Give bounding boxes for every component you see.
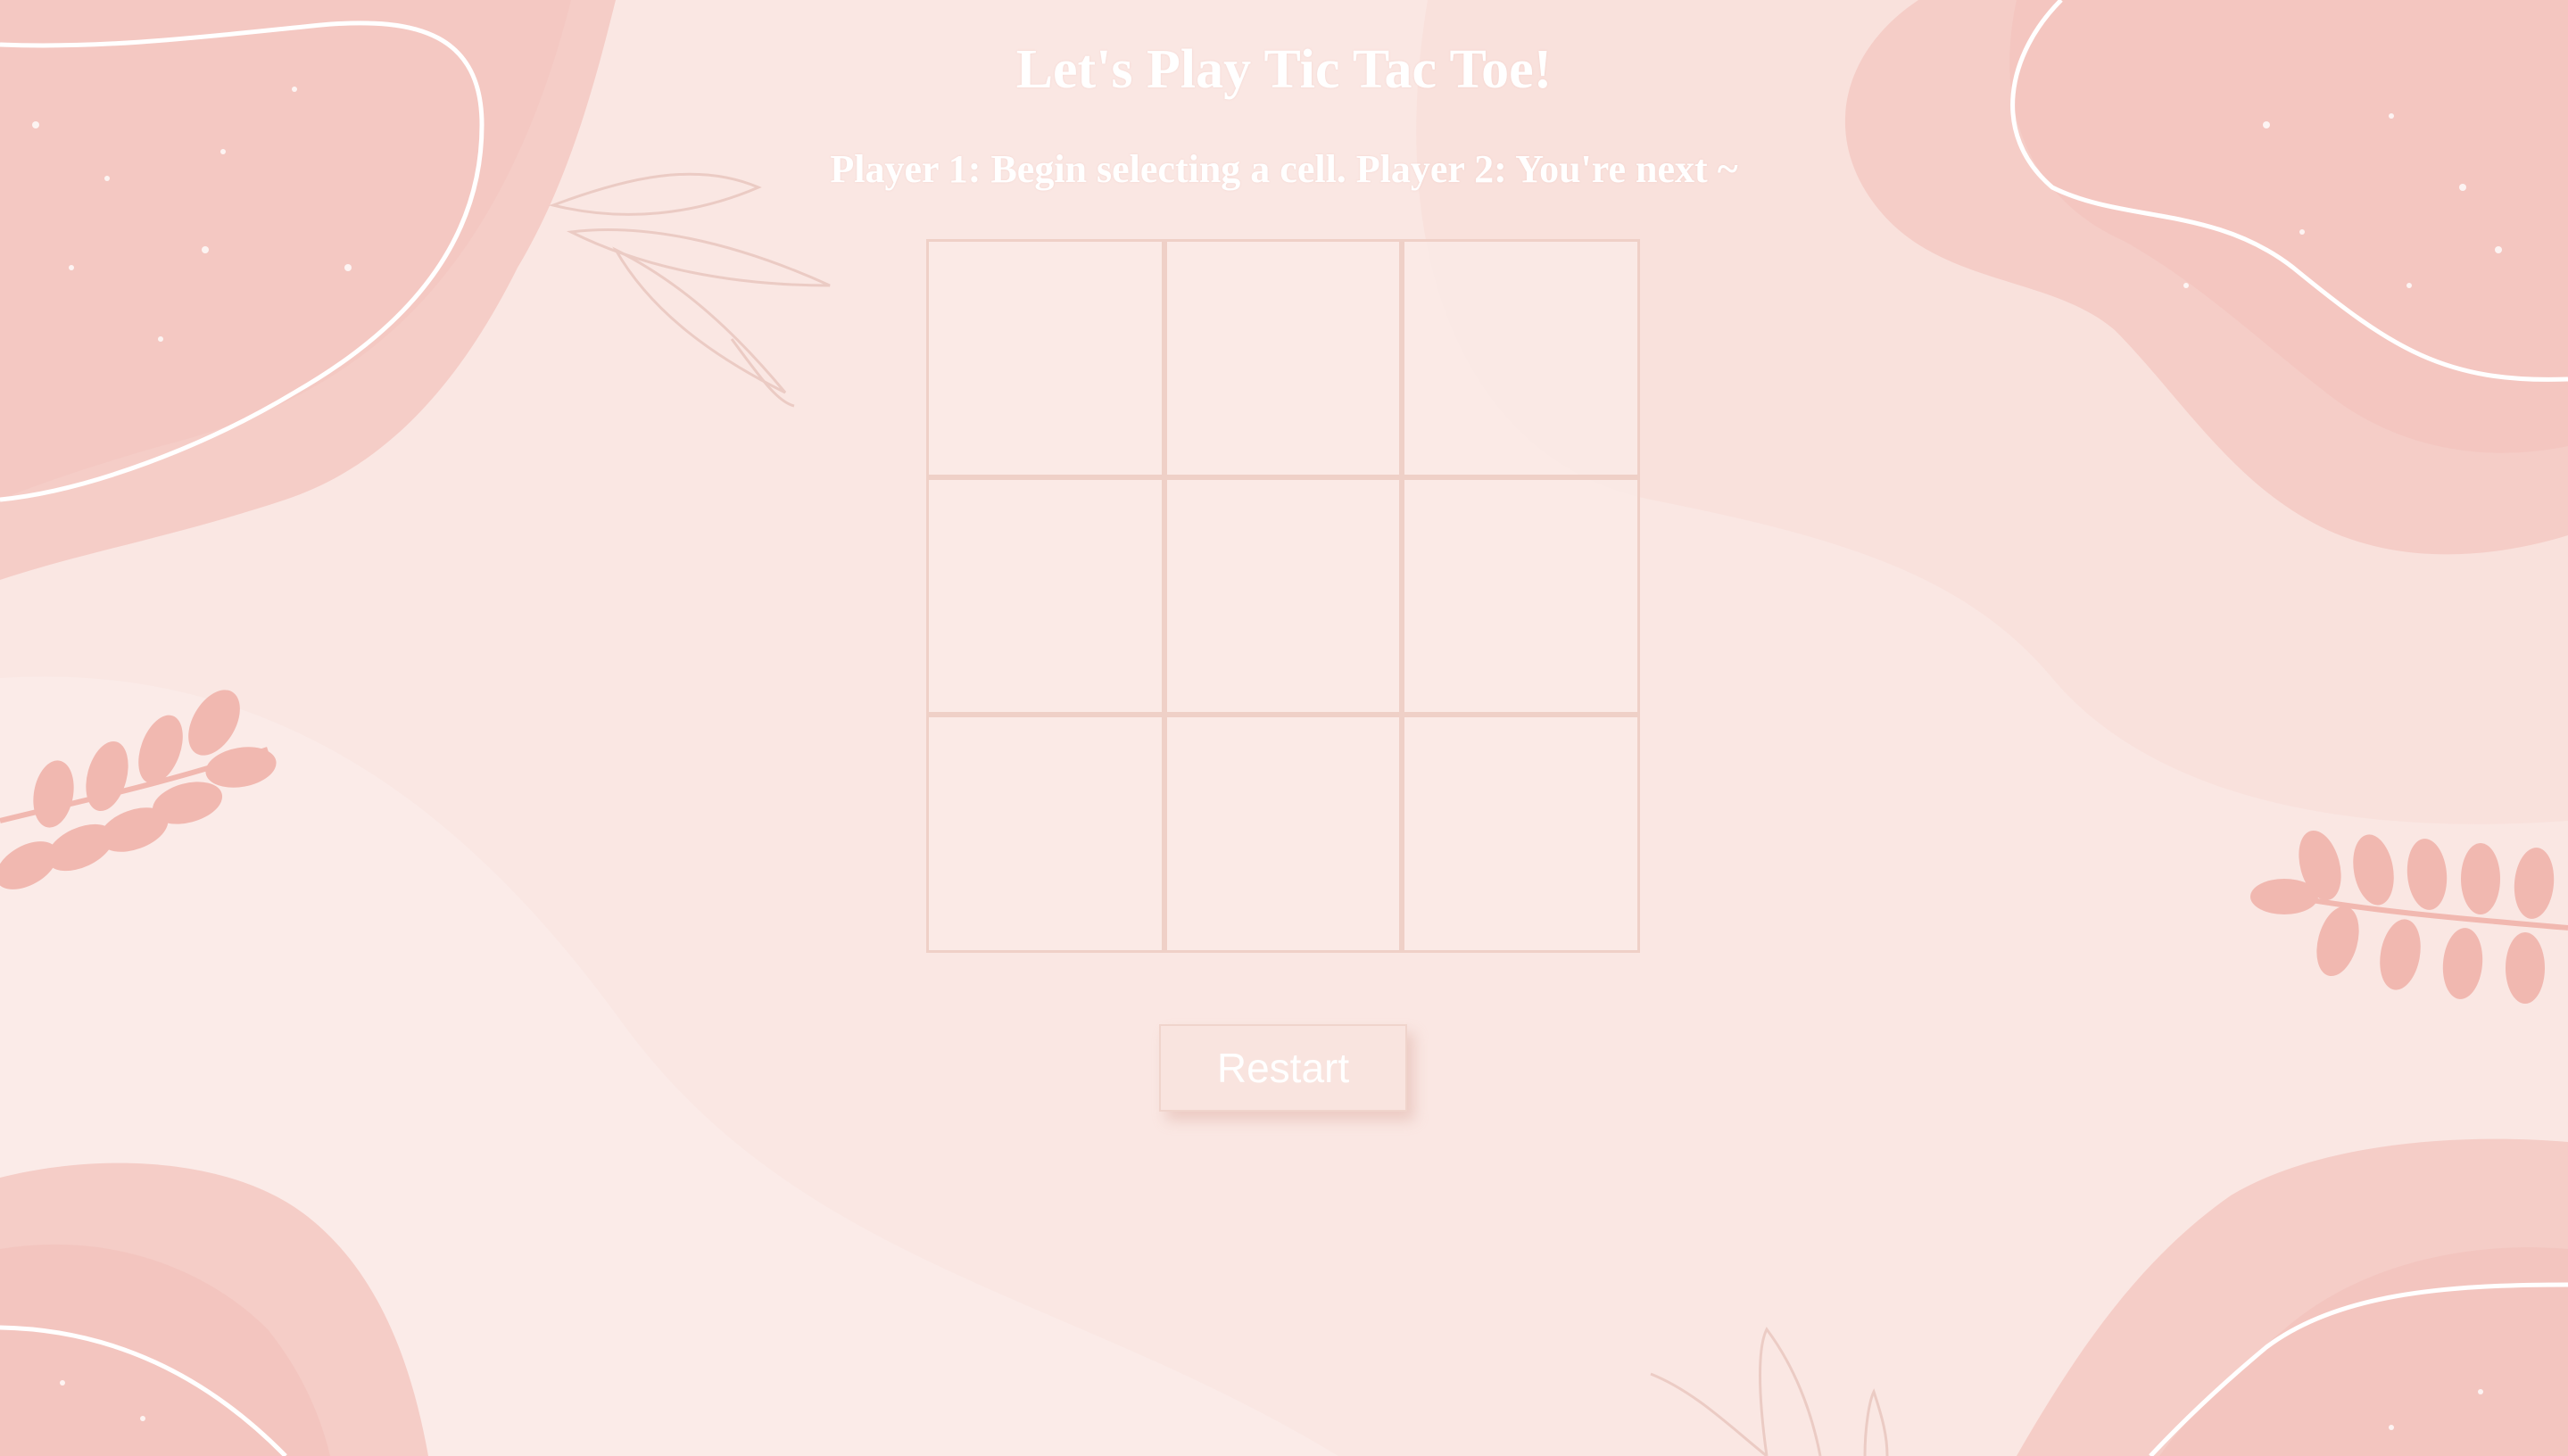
tic-tac-toe-board [926, 239, 1640, 953]
page-title: Let's Play Tic Tac Toe! [1015, 39, 1553, 100]
game-container: Let's Play Tic Tac Toe! Player 1: Begin … [0, 0, 2568, 1456]
board-cell-8[interactable] [1164, 715, 1403, 953]
board-cell-4[interactable] [926, 476, 1164, 716]
board-cell-3[interactable] [1402, 239, 1640, 477]
board-cell-7[interactable] [926, 715, 1164, 953]
board-cell-1[interactable] [926, 239, 1164, 477]
board-cell-6[interactable] [1402, 476, 1640, 716]
board-cell-2[interactable] [1164, 239, 1403, 477]
game-status-message: Player 1: Begin selecting a cell. Player… [830, 147, 1738, 191]
board-cell-5[interactable] [1164, 476, 1403, 716]
board-cell-9[interactable] [1402, 715, 1640, 953]
restart-button[interactable]: Restart [1159, 1024, 1407, 1112]
